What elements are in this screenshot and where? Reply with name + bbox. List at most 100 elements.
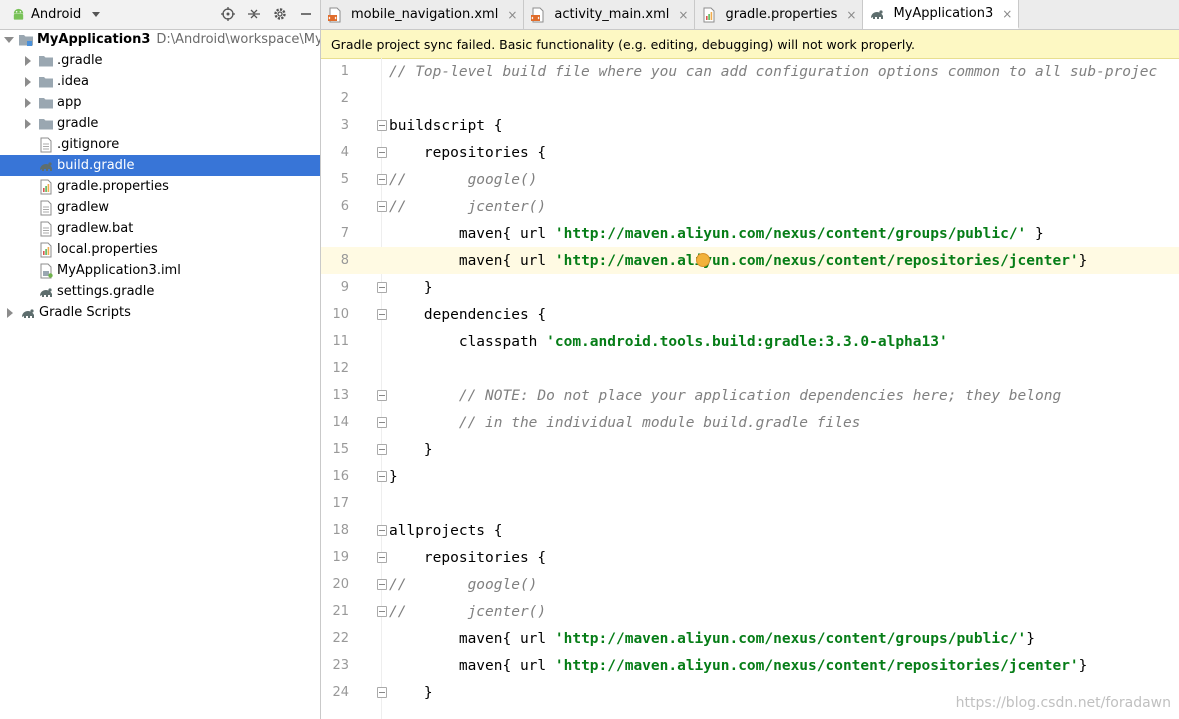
code-token: maven{ url — [389, 225, 555, 242]
gradle-scripts-icon — [20, 305, 36, 321]
code-text: repositories { — [389, 145, 546, 161]
line-number: 9 — [340, 280, 349, 295]
tree-item-build-gradle[interactable]: build.gradle — [0, 155, 320, 176]
folder-icon — [38, 95, 54, 111]
tree-item-app[interactable]: app — [0, 92, 320, 113]
code-line: 7 maven{ url 'http://maven.aliyun.com/ne… — [321, 220, 1179, 247]
tree-item-gradle[interactable]: gradle — [0, 113, 320, 134]
fold-marker-icon[interactable] — [377, 282, 387, 293]
fold-marker-icon[interactable] — [377, 579, 387, 590]
line-number: 12 — [332, 361, 349, 376]
line-number: 1 — [340, 64, 349, 79]
fold-marker-icon[interactable] — [377, 120, 387, 131]
tree-item-idea[interactable]: .idea — [0, 71, 320, 92]
expander[interactable] — [22, 118, 34, 130]
code-line: 11 classpath 'com.android.tools.build:gr… — [321, 328, 1179, 355]
close-icon[interactable]: × — [507, 8, 517, 22]
expander[interactable] — [22, 76, 34, 88]
string-literal: 'http://maven.aliyun.com/nexus/content/g… — [554, 630, 1027, 647]
code-token: repositories { — [389, 549, 547, 566]
fold-marker-icon[interactable] — [377, 552, 387, 563]
module-folder-icon — [18, 32, 34, 48]
expander[interactable] — [4, 34, 14, 46]
tree-item-settings-gradle[interactable]: settings.gradle — [0, 281, 320, 302]
tab-mobile-navigation-xml[interactable]: mobile_navigation.xml × — [321, 0, 525, 29]
tree-item-gradle-scripts[interactable]: Gradle Scripts — [0, 302, 320, 323]
gear-icon[interactable] — [272, 6, 288, 22]
properties-file-icon — [38, 242, 54, 258]
gradle-file-icon — [869, 6, 885, 22]
code-text: // jcenter() — [389, 199, 546, 215]
expander — [22, 244, 34, 256]
code-text: allprojects { — [389, 523, 503, 539]
fold-marker-icon[interactable] — [377, 390, 387, 401]
code-line: 8 maven{ url 'http://maven.aliyun.com/ne… — [321, 247, 1179, 274]
tree-item-gitignore[interactable]: .gitignore — [0, 134, 320, 155]
code-token: } — [389, 279, 433, 296]
fold-marker-icon[interactable] — [377, 471, 387, 482]
tree-item-label: settings.gradle — [57, 284, 155, 299]
chevron-right-icon[interactable] — [25, 55, 31, 66]
fold-marker-icon[interactable] — [377, 309, 387, 320]
code-editor[interactable]: 1 // Top-level build file where you can a… — [321, 58, 1179, 719]
collapse-all-icon[interactable] — [246, 6, 262, 22]
tree-item-gradlew[interactable]: gradlew — [0, 197, 320, 218]
file-icon — [38, 137, 54, 153]
fold-marker-icon[interactable] — [377, 201, 387, 212]
properties-file-icon — [701, 7, 717, 23]
fold-marker-icon[interactable] — [377, 606, 387, 617]
expander[interactable] — [22, 97, 34, 109]
expander — [22, 139, 34, 151]
fold-marker-icon[interactable] — [377, 174, 387, 185]
fold-marker-icon[interactable] — [377, 417, 387, 428]
chevron-right-icon[interactable] — [25, 118, 31, 129]
code-line: 5 // google() — [321, 166, 1179, 193]
tab-label: activity_main.xml — [554, 7, 670, 22]
code-token: maven{ url — [389, 657, 555, 674]
code-text: } — [389, 280, 433, 296]
locate-icon[interactable] — [220, 6, 236, 22]
xml-file-icon — [327, 7, 343, 23]
close-icon[interactable]: × — [846, 8, 856, 22]
minimize-icon[interactable] — [298, 6, 314, 22]
code-token: } — [389, 441, 433, 458]
tree-item-myapplication3[interactable]: MyApplication3 D:\Android\workspace\MyApp — [0, 29, 320, 50]
tab-activity-main-xml[interactable]: activity_main.xml × — [524, 0, 696, 29]
code-token: } — [389, 684, 433, 701]
chevron-down-icon[interactable] — [4, 36, 14, 43]
tree-item-gradle[interactable]: .gradle — [0, 50, 320, 71]
fold-marker-icon[interactable] — [377, 525, 387, 536]
chevron-right-icon[interactable] — [25, 76, 31, 87]
chevron-right-icon[interactable] — [25, 97, 31, 108]
tree-item-gradlew-bat[interactable]: gradlew.bat — [0, 218, 320, 239]
tree-item-gradle-properties[interactable]: gradle.properties — [0, 176, 320, 197]
gradle-file-icon — [38, 158, 54, 174]
tab-gradle-properties[interactable]: gradle.properties × — [695, 0, 864, 29]
tab-myapplication3[interactable]: MyApplication3 × — [863, 0, 1020, 29]
close-icon[interactable]: × — [1002, 7, 1012, 21]
tree-item-myapplication3-iml[interactable]: MyApplication3.iml — [0, 260, 320, 281]
sync-failed-banner: Gradle project sync failed. Basic functi… — [321, 30, 1179, 59]
tree-item-local-properties[interactable]: local.properties — [0, 239, 320, 260]
chevron-down-icon — [92, 12, 101, 17]
tree-item-label: MyApplication3.iml — [57, 263, 181, 278]
code-line: 22 maven{ url 'http://maven.aliyun.com/n… — [321, 625, 1179, 652]
fold-marker-icon[interactable] — [377, 147, 387, 158]
code-text: // in the individual module build.gradle… — [389, 415, 861, 431]
tree-item-label: MyApplication3 — [37, 32, 151, 47]
project-view-selector[interactable]: Android — [11, 7, 101, 22]
expander[interactable] — [22, 55, 34, 67]
project-tree: MyApplication3 D:\Android\workspace\MyApp… — [0, 29, 320, 323]
close-icon[interactable]: × — [678, 8, 688, 22]
code-text: maven{ url 'http://maven.aliyun.com/nexu… — [389, 226, 1044, 242]
fold-marker-icon[interactable] — [377, 444, 387, 455]
expander[interactable] — [4, 307, 16, 319]
fold-marker-icon[interactable] — [377, 687, 387, 698]
intention-bulb-icon[interactable] — [696, 253, 710, 267]
line-number: 18 — [332, 523, 349, 538]
expander — [22, 160, 34, 172]
chevron-right-icon[interactable] — [7, 307, 13, 318]
code-text: classpath 'com.android.tools.build:gradl… — [389, 334, 948, 350]
project-panel-header: Android — [0, 0, 320, 30]
line-number: 20 — [332, 577, 349, 592]
